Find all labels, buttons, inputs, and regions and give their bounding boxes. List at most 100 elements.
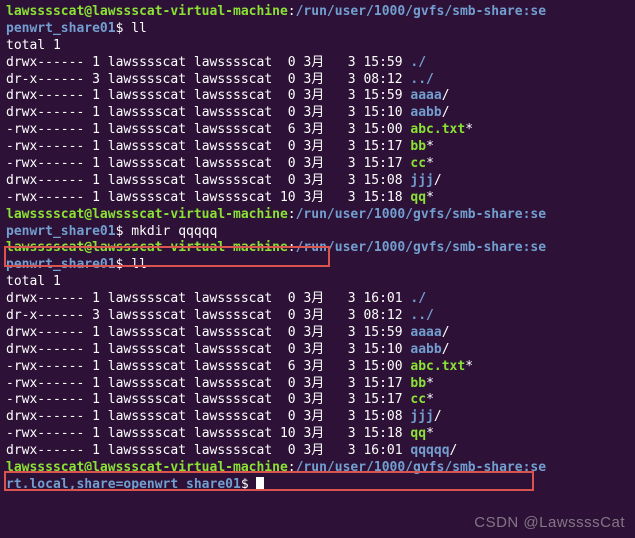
group: lawsssscat <box>194 426 272 441</box>
month: 3月 <box>303 173 324 188</box>
perm: -rwx------ <box>6 392 84 407</box>
owner: lawsssscat <box>108 173 186 188</box>
month: 3月 <box>303 409 324 424</box>
links: 1 <box>92 88 100 103</box>
month: 3月 <box>303 359 324 374</box>
group: lawsssscat <box>194 342 272 357</box>
perm: -rwx------ <box>6 122 84 137</box>
size: 0 <box>280 376 296 391</box>
group: lawsssscat <box>194 376 272 391</box>
links: 1 <box>92 55 100 70</box>
size: 0 <box>280 291 296 306</box>
perm: -rwx------ <box>6 376 84 391</box>
prompt-at: @ <box>84 460 92 475</box>
group: lawsssscat <box>194 409 272 424</box>
filename-suffix: / <box>434 173 442 188</box>
prompt-at: @ <box>84 4 92 19</box>
perm: -rwx------ <box>6 156 84 171</box>
cursor[interactable] <box>256 477 264 491</box>
listing-row: -rwx------ 1 lawsssscat lawsssscat 0 3月 … <box>6 139 629 156</box>
time: 15:00 <box>363 122 402 137</box>
perm: drwx------ <box>6 342 84 357</box>
size: 0 <box>280 55 296 70</box>
links: 1 <box>92 139 100 154</box>
links: 1 <box>92 173 100 188</box>
listing-row: -rwx------ 1 lawsssscat lawsssscat 0 3月 … <box>6 376 629 393</box>
time: 15:17 <box>363 392 402 407</box>
listing-row: drwx------ 1 lawsssscat lawsssscat 0 3月 … <box>6 409 629 426</box>
prompt-at: @ <box>84 207 92 222</box>
group: lawsssscat <box>194 139 272 154</box>
links: 1 <box>92 105 100 120</box>
filename-suffix: / <box>450 443 458 458</box>
listing-row: drwx------ 1 lawsssscat lawsssscat 0 3月 … <box>6 291 629 308</box>
prompt-line-cont: penwrt_share01$ ll <box>6 21 629 38</box>
listing-row: -rwx------ 1 lawsssscat lawsssscat 6 3月 … <box>6 359 629 376</box>
filename: ./ <box>410 291 426 306</box>
month: 3月 <box>303 55 324 70</box>
day: 3 <box>332 88 355 103</box>
group: lawsssscat <box>194 392 272 407</box>
time: 15:10 <box>363 105 402 120</box>
group: lawsssscat <box>194 72 272 87</box>
month: 3月 <box>303 392 324 407</box>
size: 0 <box>280 88 296 103</box>
time: 15:08 <box>363 173 402 188</box>
prompt-user: lawsssscat <box>6 240 84 255</box>
time: 15:59 <box>363 325 402 340</box>
size: 10 <box>280 426 296 441</box>
owner: lawsssscat <box>108 342 186 357</box>
size: 6 <box>280 359 296 374</box>
day: 3 <box>332 426 355 441</box>
links: 1 <box>92 122 100 137</box>
time: 15:10 <box>363 342 402 357</box>
perm: drwx------ <box>6 55 84 70</box>
csdn-watermark: CSDN @LawssssCat <box>474 513 625 533</box>
owner: lawsssscat <box>108 359 186 374</box>
listing-row: -rwx------ 1 lawsssscat lawsssscat 10 3月… <box>6 190 629 207</box>
month: 3月 <box>303 426 324 441</box>
total-line: total 1 <box>6 38 629 55</box>
size: 0 <box>280 443 296 458</box>
links: 1 <box>92 325 100 340</box>
day: 3 <box>332 122 355 137</box>
filename: ../ <box>410 72 433 87</box>
size: 0 <box>280 139 296 154</box>
perm: drwx------ <box>6 409 84 424</box>
perm: drwx------ <box>6 443 84 458</box>
links: 1 <box>92 291 100 306</box>
prompt-path-cont: penwrt_share01 <box>6 224 116 239</box>
listing-row: drwx------ 1 lawsssscat lawsssscat 0 3月 … <box>6 105 629 122</box>
group: lawsssscat <box>194 122 272 137</box>
day: 3 <box>332 139 355 154</box>
perm: drwx------ <box>6 173 84 188</box>
owner: lawsssscat <box>108 122 186 137</box>
perm: drwx------ <box>6 105 84 120</box>
group: lawsssscat <box>194 55 272 70</box>
time: 15:00 <box>363 359 402 374</box>
group: lawsssscat <box>194 325 272 340</box>
prompt-line-cont: penwrt_share01$ mkdir qqqqq <box>6 224 629 241</box>
day: 3 <box>332 392 355 407</box>
listing-row: drwx------ 1 lawsssscat lawsssscat 0 3月 … <box>6 443 629 460</box>
filename: ./ <box>410 55 426 70</box>
filename: bb <box>410 376 426 391</box>
size: 0 <box>280 105 296 120</box>
command-text: ll <box>131 21 147 36</box>
perm: dr-x------ <box>6 308 84 323</box>
prompt-dollar: $ <box>116 224 132 239</box>
filename-suffix: * <box>426 156 434 171</box>
size: 0 <box>280 72 296 87</box>
day: 3 <box>332 173 355 188</box>
filename-suffix: / <box>434 409 442 424</box>
day: 3 <box>332 72 355 87</box>
terminal-output[interactable]: lawsssscat@lawssscat-virtual-machine:/ru… <box>6 4 629 494</box>
filename: qqqqq <box>410 443 449 458</box>
month: 3月 <box>303 139 324 154</box>
owner: lawsssscat <box>108 409 186 424</box>
filename: bb <box>410 139 426 154</box>
time: 15:18 <box>363 190 402 205</box>
group: lawsssscat <box>194 156 272 171</box>
size: 0 <box>280 409 296 424</box>
command-text: mkdir qqqqq <box>131 224 217 239</box>
